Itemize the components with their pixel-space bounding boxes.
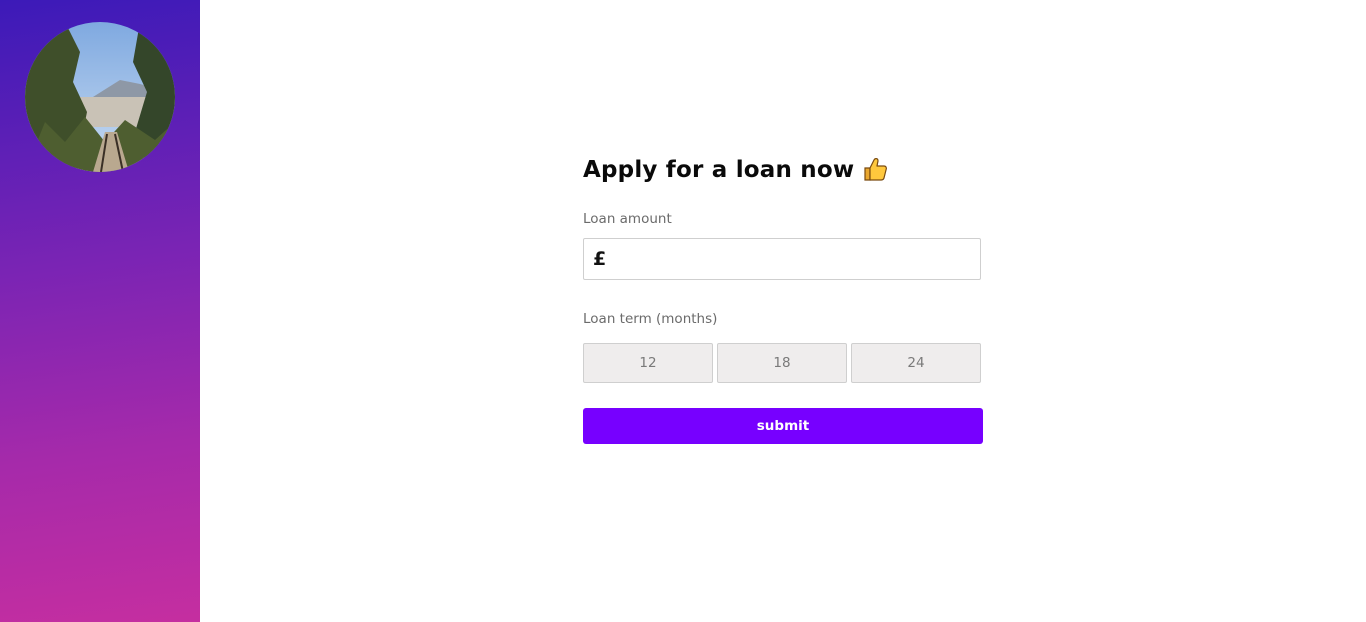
loan-amount-input[interactable] bbox=[614, 245, 974, 273]
term-option-24[interactable]: 24 bbox=[851, 343, 981, 383]
sidebar bbox=[0, 0, 200, 622]
thumbs-up-icon bbox=[864, 158, 888, 181]
page-title-text: Apply for a loan now bbox=[583, 157, 855, 183]
avatar bbox=[25, 22, 175, 172]
page-title: Apply for a loan now bbox=[583, 156, 888, 183]
term-option-12[interactable]: 12 bbox=[583, 343, 713, 383]
loan-term-label: Loan term (months) bbox=[583, 311, 718, 327]
submit-button[interactable]: submit bbox=[583, 408, 983, 444]
currency-symbol: £ bbox=[593, 248, 607, 270]
term-option-18[interactable]: 18 bbox=[717, 343, 847, 383]
loan-amount-field[interactable]: £ bbox=[583, 238, 981, 280]
loan-term-options: 12 18 24 bbox=[583, 343, 981, 383]
loan-amount-label: Loan amount bbox=[583, 211, 672, 227]
profile-photo-icon bbox=[25, 22, 175, 172]
